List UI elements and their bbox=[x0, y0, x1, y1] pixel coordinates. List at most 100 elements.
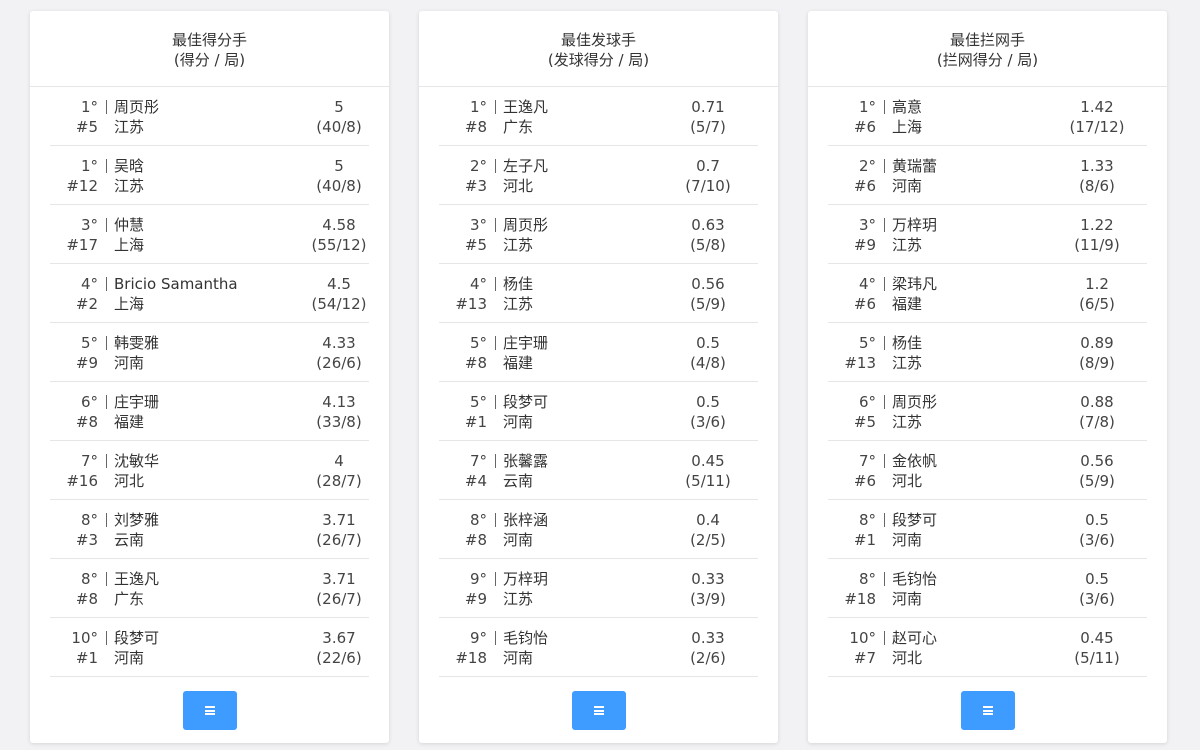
rank: 4° bbox=[80, 275, 98, 293]
team-name: 江苏 bbox=[503, 236, 534, 254]
jersey-number: #3 bbox=[464, 177, 487, 195]
stat-detail: (7/8) bbox=[1079, 413, 1115, 431]
jersey-number: #6 bbox=[853, 295, 876, 313]
team-name: 河南 bbox=[503, 413, 534, 431]
stat-value: 0.5 bbox=[696, 334, 720, 352]
ranking-row: 1° #12 吴晗 江苏 5 (40/8) bbox=[50, 146, 369, 205]
player-name: 仲慧 bbox=[114, 216, 145, 234]
stat-detail: (28/7) bbox=[316, 472, 362, 490]
rank: 8° bbox=[858, 511, 876, 529]
rank: 1° bbox=[80, 157, 98, 175]
show-more-button[interactable] bbox=[183, 691, 237, 730]
stat-value: 0.56 bbox=[691, 275, 725, 293]
separator bbox=[884, 336, 885, 350]
jersey-number: #5 bbox=[75, 118, 98, 136]
jersey-number: #13 bbox=[844, 354, 876, 372]
ranking-row: 8° #8 张梓涵 河南 0.4 (2/5) bbox=[439, 500, 758, 559]
separator bbox=[106, 631, 107, 645]
stat-detail: (2/5) bbox=[690, 531, 726, 549]
stat-detail: (7/10) bbox=[685, 177, 731, 195]
team-name: 河南 bbox=[503, 649, 534, 667]
stat-detail: (22/6) bbox=[316, 649, 362, 667]
separator bbox=[884, 631, 885, 645]
player-name: 杨佳 bbox=[892, 334, 923, 352]
stat-detail: (26/7) bbox=[316, 531, 362, 549]
stat-value: 0.63 bbox=[691, 216, 725, 234]
show-more-button[interactable] bbox=[572, 691, 626, 730]
player-name: 庄宇珊 bbox=[503, 334, 549, 352]
stat-value: 3.71 bbox=[322, 570, 356, 588]
show-more-button[interactable] bbox=[961, 691, 1015, 730]
separator bbox=[884, 454, 885, 468]
stat-detail: (54/12) bbox=[311, 295, 367, 313]
rank: 3° bbox=[80, 216, 98, 234]
player-name: 梁玮凡 bbox=[892, 275, 938, 293]
separator bbox=[495, 572, 496, 586]
separator bbox=[884, 277, 885, 291]
player-name: 段梦可 bbox=[892, 511, 938, 529]
separator bbox=[106, 277, 107, 291]
panel-title: 最佳拦网手 bbox=[949, 31, 1025, 49]
player-name: 高意 bbox=[892, 98, 923, 116]
ranking-row: 7° #6 金依帆 河北 0.56 (5/9) bbox=[828, 441, 1147, 500]
team-name: 河南 bbox=[503, 531, 534, 549]
jersey-number: #3 bbox=[75, 531, 98, 549]
stat-value: 0.71 bbox=[691, 98, 725, 116]
player-name: 段梦可 bbox=[503, 393, 549, 411]
jersey-number: #8 bbox=[464, 531, 487, 549]
stat-detail: (55/12) bbox=[311, 236, 367, 254]
separator bbox=[106, 100, 107, 114]
jersey-number: #8 bbox=[75, 413, 98, 431]
stat-detail: (8/6) bbox=[1079, 177, 1115, 195]
ranking-row: 1° #5 周页彤 江苏 5 (40/8) bbox=[50, 87, 369, 146]
stat-detail: (3/6) bbox=[1079, 590, 1115, 608]
stat-value: 4.13 bbox=[322, 393, 356, 411]
panel-header: 最佳得分手 (得分 / 局) bbox=[30, 11, 389, 87]
ranking-list: 1° #6 高意 上海 1.42 (17/12) 2° #6 黄瑞蕾 河南 1.33 (8/6) 3… bbox=[828, 87, 1147, 677]
leaderboard-board: 最佳得分手 (得分 / 局) 1° #5 周页彤 江苏 5 (40/8) 1° #12 吴晗江… bbox=[0, 0, 1200, 750]
ranking-row: 9° #18 毛钧怡 河南 0.33 (2/6) bbox=[439, 618, 758, 677]
player-name: 万梓玥 bbox=[892, 216, 938, 234]
team-name: 河北 bbox=[892, 472, 923, 490]
ranking-list: 1° #8 王逸凡 广东 0.71 (5/7) 2° #3 左子凡 河北 0.7 (7/10) 3°… bbox=[439, 87, 758, 677]
player-name: 张馨露 bbox=[503, 452, 549, 470]
panel-title: 最佳发球手 bbox=[560, 31, 636, 49]
separator bbox=[106, 159, 107, 173]
stat-value: 0.5 bbox=[1085, 511, 1109, 529]
stat-detail: (3/9) bbox=[690, 590, 726, 608]
player-name: 韩雯雅 bbox=[114, 334, 160, 352]
rank: 4° bbox=[858, 275, 876, 293]
ranking-row: 4° #2 Bricio Samantha 上海 4.5 (54/12) bbox=[50, 264, 369, 323]
player-name: 吴晗 bbox=[114, 157, 145, 175]
player-name: 段梦可 bbox=[114, 629, 160, 647]
ranking-row: 9° #9 万梓玥 江苏 0.33 (3/9) bbox=[439, 559, 758, 618]
ranking-row: 6° #5 周页彤 江苏 0.88 (7/8) bbox=[828, 382, 1147, 441]
separator bbox=[884, 395, 885, 409]
player-name: 万梓玥 bbox=[503, 570, 549, 588]
team-name: 江苏 bbox=[503, 590, 534, 608]
stat-value: 3.71 bbox=[322, 511, 356, 529]
team-name: 福建 bbox=[503, 354, 534, 372]
ranking-row: 1° #8 王逸凡 广东 0.71 (5/7) bbox=[439, 87, 758, 146]
jersey-number: #18 bbox=[455, 649, 487, 667]
separator bbox=[495, 100, 496, 114]
stat-value: 1.2 bbox=[1085, 275, 1109, 293]
jersey-number: #4 bbox=[464, 472, 487, 490]
stat-value: 5 bbox=[334, 98, 344, 116]
separator bbox=[106, 513, 107, 527]
team-name: 江苏 bbox=[114, 118, 145, 136]
team-name: 江苏 bbox=[892, 236, 923, 254]
rank: 2° bbox=[858, 157, 876, 175]
team-name: 河南 bbox=[114, 354, 145, 372]
separator bbox=[106, 218, 107, 232]
jersey-number: #6 bbox=[853, 177, 876, 195]
stat-detail: (5/7) bbox=[690, 118, 726, 136]
list-icon bbox=[205, 706, 215, 715]
rank: 5° bbox=[469, 393, 487, 411]
rank: 9° bbox=[469, 570, 487, 588]
rank: 5° bbox=[858, 334, 876, 352]
separator bbox=[495, 159, 496, 173]
ranking-row: 4° #6 梁玮凡 福建 1.2 (6/5) bbox=[828, 264, 1147, 323]
jersey-number: #13 bbox=[455, 295, 487, 313]
stat-detail: (5/11) bbox=[685, 472, 731, 490]
